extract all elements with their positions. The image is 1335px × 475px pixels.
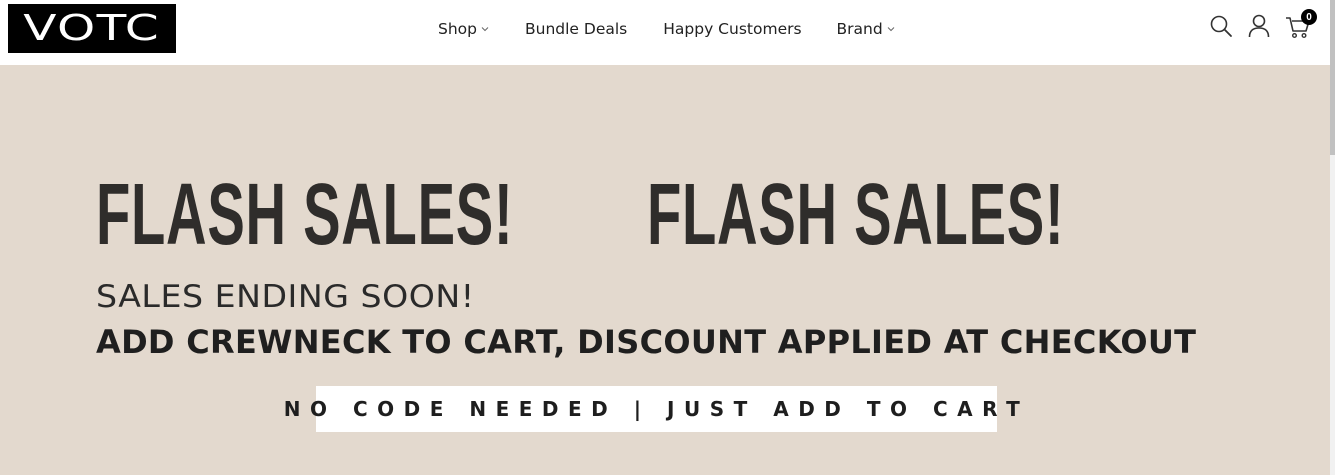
main-nav: Shop Bundle Deals Happy Customers Brand [438, 20, 895, 38]
scrollbar-thumb[interactable] [1330, 0, 1335, 155]
brand-logo[interactable]: VOTC [8, 4, 176, 53]
nav-item-brand[interactable]: Brand [837, 20, 895, 38]
flash-sale-banner[interactable]: FLASH SALES! FLASH SALES! SALES ENDING S… [0, 65, 1330, 475]
nav-item-label: Happy Customers [663, 20, 802, 38]
chevron-down-icon [481, 27, 489, 32]
page-scrollbar[interactable] [1330, 0, 1335, 475]
site-header: VOTC Shop Bundle Deals Happy Customers B… [0, 0, 1330, 65]
nav-item-shop[interactable]: Shop [438, 20, 489, 38]
chevron-down-icon [887, 27, 895, 32]
search-icon[interactable] [1209, 14, 1233, 38]
flash-sales-headline: FLASH SALES! [647, 164, 1065, 263]
offer-text: ADD CREWNECK TO CART, DISCOUNT APPLIED A… [96, 323, 1197, 361]
no-code-needed-box: NO CODE NEEDED | JUST ADD TO CART [284, 386, 1020, 432]
no-code-needed-text: NO CODE NEEDED | JUST ADD TO CART [283, 397, 1030, 421]
logo-text: VOTC [23, 8, 161, 49]
account-icon[interactable] [1248, 14, 1270, 38]
nav-item-label: Brand [836, 20, 883, 38]
cart-count-badge: 0 [1301, 9, 1317, 25]
nav-item-label: Bundle Deals [525, 20, 628, 38]
nav-item-happy-customers[interactable]: Happy Customers [663, 20, 801, 38]
sales-ending-text: SALES ENDING SOON! [96, 279, 475, 315]
nav-item-bundle-deals[interactable]: Bundle Deals [525, 20, 627, 38]
nav-item-label: Shop [438, 20, 477, 38]
flash-sales-headline: FLASH SALES! [96, 164, 514, 263]
